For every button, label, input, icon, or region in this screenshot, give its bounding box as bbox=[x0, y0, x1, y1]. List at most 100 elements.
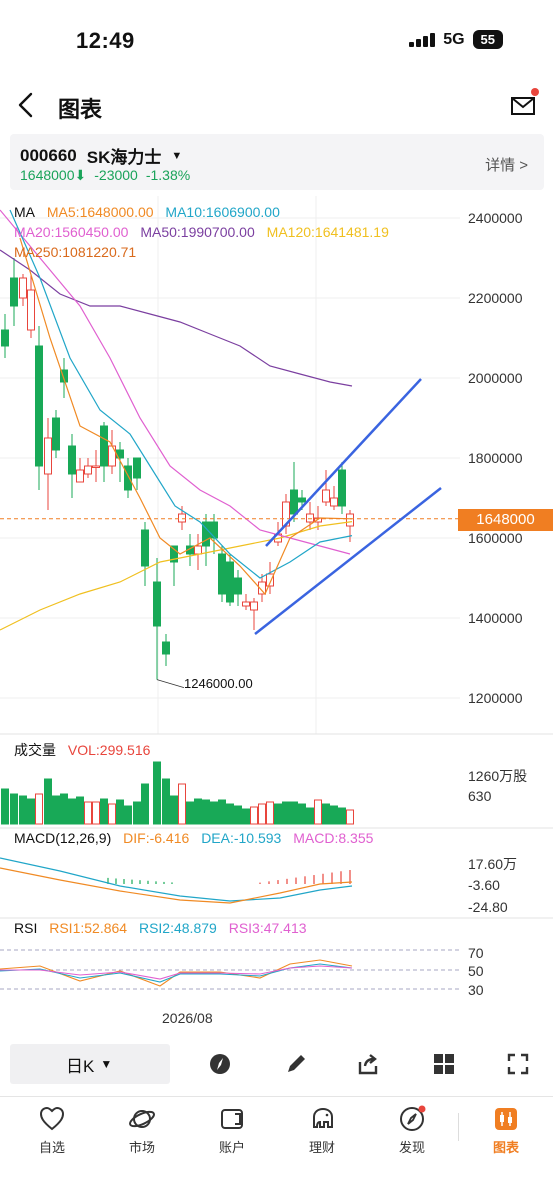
candle-body bbox=[44, 437, 52, 475]
rsi1-line bbox=[0, 959, 353, 987]
ma5-label: MA5:1648000.00 bbox=[46, 204, 154, 220]
candle-body bbox=[35, 345, 43, 467]
volume-bar bbox=[162, 778, 170, 825]
price-change-pct: -1.38% bbox=[145, 167, 191, 183]
volume-bar bbox=[298, 803, 306, 825]
price-tick-2200000: 2200000 bbox=[468, 290, 523, 306]
tab-account[interactable]: 账户 bbox=[197, 1105, 267, 1155]
candle-body bbox=[124, 465, 132, 491]
tab-bar: 自选 市场 账户 理财 发现 图表 bbox=[0, 1096, 553, 1200]
candle-body bbox=[133, 457, 141, 479]
period-label: 日K bbox=[66, 1056, 95, 1076]
volume-bar bbox=[116, 799, 124, 825]
volume-bar bbox=[108, 803, 116, 825]
volume-bar bbox=[76, 796, 84, 825]
notification-dot bbox=[531, 88, 539, 96]
mail-icon bbox=[511, 97, 535, 115]
tab-market[interactable]: 市场 bbox=[107, 1105, 177, 1155]
volume-bar bbox=[242, 808, 250, 825]
candle-body bbox=[19, 277, 27, 299]
volume-bar bbox=[60, 793, 68, 825]
page-title: 图表 bbox=[58, 97, 103, 122]
candle-body bbox=[298, 497, 306, 503]
rsi3-value: RSI3:47.413 bbox=[228, 920, 307, 936]
nav-bar: 图表 bbox=[0, 82, 553, 130]
tab-discover[interactable]: 发现 bbox=[377, 1105, 447, 1155]
candle-body bbox=[27, 289, 35, 331]
price-tick-1200000: 1200000 bbox=[468, 690, 523, 706]
caret-down-icon: ▼ bbox=[171, 149, 183, 162]
volume-bar bbox=[306, 807, 314, 825]
volume-tick-mid: 630 bbox=[468, 788, 492, 804]
indicator-button[interactable] bbox=[208, 1052, 232, 1076]
candle-body bbox=[338, 469, 346, 507]
ma-label: MA bbox=[14, 204, 35, 220]
ma120-label: MA120:1641481.19 bbox=[266, 224, 389, 240]
volume-bar bbox=[250, 806, 258, 825]
tab-chart[interactable]: 图表 bbox=[471, 1105, 541, 1155]
mail-button[interactable] bbox=[509, 88, 539, 120]
chart-toolbar: 日K ▼ bbox=[0, 1044, 553, 1086]
price-tick-1400000: 1400000 bbox=[468, 610, 523, 626]
tab-watchlist[interactable]: 自选 bbox=[17, 1105, 87, 1155]
candle-body bbox=[52, 417, 60, 451]
fullscreen-button[interactable] bbox=[506, 1052, 530, 1076]
rsi-tick-70: 70 bbox=[468, 945, 484, 961]
candle-body bbox=[108, 445, 116, 467]
candle-body bbox=[234, 577, 242, 595]
date-label: 2026/08 bbox=[162, 1010, 213, 1026]
volume-bar bbox=[178, 783, 186, 825]
back-button[interactable] bbox=[12, 90, 42, 120]
dif-line bbox=[0, 867, 353, 904]
volume-bar bbox=[194, 798, 202, 825]
signal-icon bbox=[409, 32, 436, 47]
candle-body bbox=[153, 581, 161, 627]
stock-title[interactable]: 000660 SK海力士 ▼ bbox=[20, 143, 182, 168]
price-tick-1600000: 1600000 bbox=[468, 530, 523, 546]
low-price-marker: 1246000.00 bbox=[184, 676, 253, 691]
candle-body bbox=[290, 489, 298, 515]
volume-bar bbox=[330, 805, 338, 825]
candle-body bbox=[68, 445, 76, 475]
volume-bar bbox=[133, 801, 141, 825]
volume-bar bbox=[141, 783, 149, 825]
rsi2-value: RSI2:48.879 bbox=[138, 920, 217, 936]
volume-bar bbox=[322, 803, 330, 825]
dea-line bbox=[0, 857, 353, 902]
candle-body bbox=[194, 545, 202, 555]
rsi1-value: RSI1:52.864 bbox=[49, 920, 128, 936]
ma10-label: MA10:1606900.00 bbox=[165, 204, 280, 220]
detail-link[interactable]: 详情 > bbox=[485, 154, 528, 175]
macd-legend: MACD(12,26,9) DIF:-6.416 DEA:-10.593 MAC… bbox=[14, 830, 381, 846]
down-arrow-icon: ⬇ bbox=[74, 167, 87, 183]
macd-dea: DEA:-10.593 bbox=[201, 830, 282, 846]
low-marker-line bbox=[156, 679, 185, 688]
volume-bar bbox=[346, 809, 354, 825]
rsi3-line bbox=[0, 965, 353, 980]
rsi-tick-30: 30 bbox=[468, 982, 484, 998]
price-tick-2400000: 2400000 bbox=[468, 210, 523, 226]
tab-wealth[interactable]: 理财 bbox=[287, 1105, 357, 1155]
period-select[interactable]: 日K ▼ bbox=[10, 1044, 170, 1084]
chart-area[interactable]: MA MA5:1648000.00 MA10:1606900.00 MA20:1… bbox=[0, 196, 553, 1036]
volume-bar bbox=[282, 801, 290, 825]
ma10-line bbox=[9, 209, 353, 579]
wallet-icon bbox=[221, 1109, 243, 1129]
stock-name: SK海力士 bbox=[86, 148, 162, 167]
status-indicators: 5G 55 bbox=[409, 30, 503, 49]
share-button[interactable] bbox=[356, 1052, 380, 1076]
tab-label: 自选 bbox=[38, 1140, 65, 1155]
volume-bar bbox=[266, 801, 274, 825]
volume-bar bbox=[258, 803, 266, 825]
volume-bar bbox=[35, 793, 43, 825]
tab-divider bbox=[458, 1113, 459, 1141]
draw-pen-button[interactable] bbox=[284, 1052, 308, 1076]
volume-label: 成交量 bbox=[14, 742, 56, 758]
volume-bar bbox=[27, 798, 35, 825]
tab-label: 理财 bbox=[308, 1140, 335, 1155]
volume-bar bbox=[314, 799, 322, 825]
layout-grid-button[interactable] bbox=[432, 1052, 456, 1076]
volume-bar bbox=[186, 801, 194, 825]
planet-icon bbox=[129, 1110, 155, 1128]
quote-card[interactable]: 000660 SK海力士 ▼ 1648000⬇ -23000 -1.38% 详情… bbox=[10, 134, 544, 190]
